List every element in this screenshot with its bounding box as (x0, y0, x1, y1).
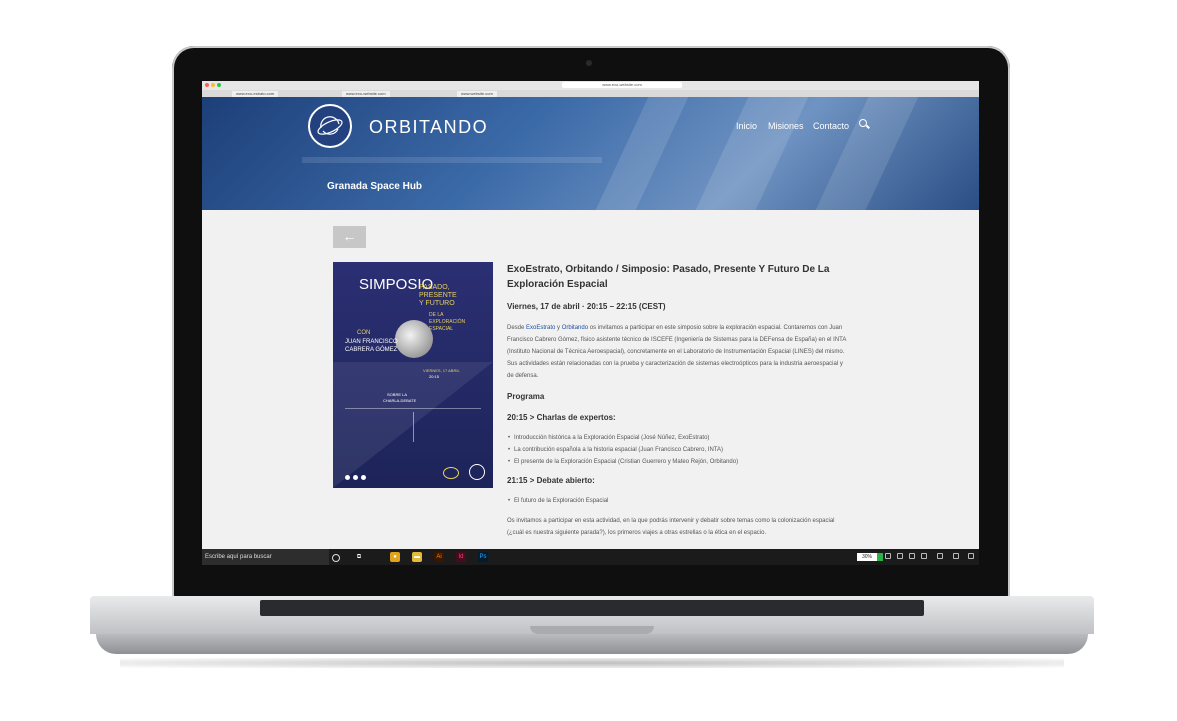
volume-icon[interactable] (921, 553, 927, 559)
nav-inicio[interactable]: Inicio (736, 121, 757, 131)
block1-title: 20:15 > Charlas de expertos: (507, 413, 616, 422)
article-outro: Os invitamos a participar en esta activi… (507, 518, 835, 536)
planet-icon (317, 116, 343, 135)
poster-subtitle: ESPACIAL (429, 326, 454, 332)
instagram-icon (361, 474, 366, 480)
event-poster: SIMPOSIO PASADO, PRESENTE Y FUTURO DE LA… (333, 262, 493, 488)
exoestrato-logo-icon (443, 467, 459, 479)
list-item: El futuro de la Exploración Espacial (508, 498, 608, 504)
moon-image (395, 320, 433, 358)
people-icon[interactable] (909, 553, 915, 559)
list-item: El presente de la Exploración Espacial (… (508, 459, 738, 465)
poster-social (333, 470, 435, 484)
close-dot-icon[interactable] (205, 83, 209, 87)
nav-misiones[interactable]: Misiones (768, 121, 804, 131)
poster-speaker: CABRERA GÓMEZ (345, 347, 398, 353)
poster-subtitle: EXPLORACIÓN (429, 319, 466, 325)
brand-name[interactable]: ORBITANDO (369, 117, 488, 138)
poster-subtitle: PASADO, (419, 284, 450, 291)
site-header: ORBITANDO Inicio Misiones Contacto Grana… (202, 97, 979, 210)
event-date: Viernes, 17 de abril · 20:15 – 22:15 (CE… (507, 302, 666, 311)
page-subtitle: Granada Space Hub (327, 181, 423, 192)
photoshop-icon[interactable]: Ps (478, 552, 488, 562)
article-intro: Desde ExoEstrato y Orbitando os invitamo… (507, 325, 847, 379)
article-title: ExoEstrato, Orbitando / Simposio: Pasado… (507, 264, 830, 290)
poster-date: VIERNES, 17 ABRIL (423, 368, 460, 373)
orbitando-link[interactable]: Orbitando (562, 325, 588, 331)
laptop-camera (586, 60, 592, 66)
poster-speaker: JUAN FRANCISCO (345, 339, 398, 345)
minimize-dot-icon[interactable] (211, 83, 215, 87)
laptop-base (90, 596, 1094, 656)
poster-charla: CHARLA-DEBATE (383, 398, 417, 403)
search-icon[interactable] (859, 119, 867, 127)
action-center-icon[interactable] (968, 553, 974, 559)
address-bar[interactable]: www.exo-website.com (562, 82, 682, 88)
poster-charla: SOBRE LA (387, 392, 408, 397)
poster-subtitle: DE LA (429, 312, 444, 318)
nav-contacto[interactable]: Contacto (813, 121, 849, 131)
list-item: Introducción histórica a la Exploración … (508, 435, 709, 441)
lid-notch (530, 626, 654, 634)
chevron-up-icon[interactable] (897, 553, 903, 559)
maximize-dot-icon[interactable] (217, 83, 221, 87)
programa-heading: Programa (507, 392, 545, 401)
block2-title: 21:15 > Debate abierto: (507, 476, 595, 485)
task-view-icon[interactable]: ⧉ (354, 552, 364, 562)
folder-icon[interactable]: ▬ (412, 552, 422, 562)
poster-subtitle: Y FUTURO (419, 300, 455, 307)
notification-icon[interactable] (953, 553, 959, 559)
orbitando-logo[interactable] (308, 104, 352, 148)
laptop-screen: www.exo-website.com www.exo-estrato.com … (202, 81, 979, 565)
network-icon[interactable] (937, 553, 943, 559)
twitter-icon (353, 474, 358, 480)
browser-tabs: www.exo-estrato.com www.exo-website.com … (202, 90, 979, 97)
arrow-left-icon: ← (342, 228, 357, 244)
taskbar-search[interactable]: Escribe aquí para buscar (202, 549, 329, 565)
chrome-icon[interactable]: ● (390, 552, 400, 562)
taskbar: Escribe aquí para buscar ⧉ ● ▬ Ai Id Ps … (202, 549, 979, 565)
indesign-icon[interactable]: Id (456, 552, 466, 562)
facebook-icon (345, 474, 350, 480)
orbitando-logo-icon (469, 464, 485, 480)
list-item: La contribución española a la historia e… (508, 447, 723, 453)
back-button[interactable]: ← (333, 226, 366, 248)
poster-time: 20:15 (429, 374, 440, 379)
exoestrato-link[interactable]: ExoEstrato (526, 325, 555, 331)
pen-icon[interactable] (885, 553, 891, 559)
battery-indicator[interactable]: 30% (857, 553, 883, 561)
cortana-icon[interactable] (332, 554, 340, 562)
illustrator-icon[interactable]: Ai (434, 552, 444, 562)
keyboard-edge (260, 600, 924, 616)
poster-subtitle: PRESENTE (419, 292, 457, 299)
poster-con: CON (357, 330, 371, 336)
